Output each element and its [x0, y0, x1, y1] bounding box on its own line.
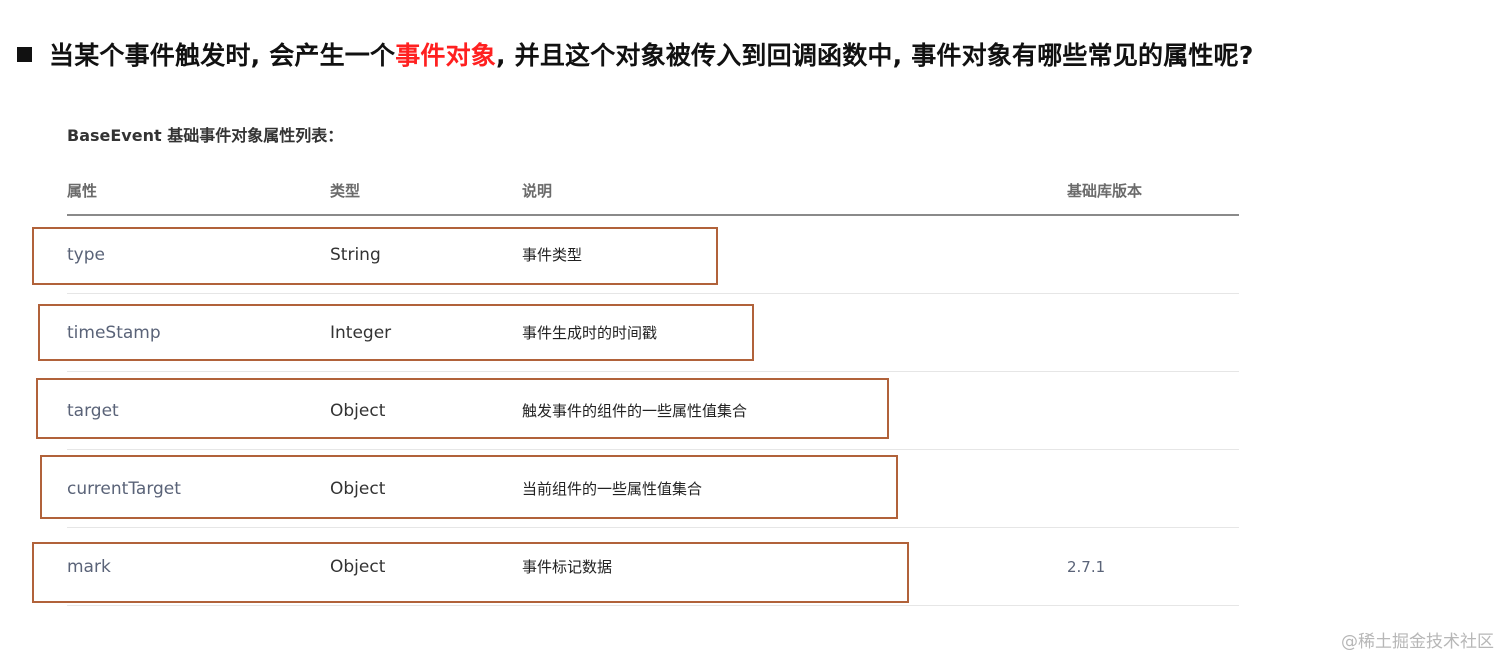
heading-text-end: , 并且这个对象被传入到回调函数中, 事件对象有哪些常见的属性呢?	[496, 41, 1254, 70]
cell-description: 当前组件的一些属性值集合	[522, 480, 703, 498]
cell-property: timeStamp	[67, 323, 161, 343]
cell-property: currentTarget	[67, 479, 181, 499]
table-row: currentTarget Object 当前组件的一些属性值集合	[67, 450, 1239, 528]
cell-description: 事件标记数据	[522, 558, 613, 576]
header-description: 说明	[522, 182, 553, 200]
table-row: timeStamp Integer 事件生成时的时间戳	[67, 294, 1239, 372]
cell-type: Object	[330, 557, 386, 577]
cell-type: Object	[330, 401, 386, 421]
cell-type: String	[330, 245, 381, 265]
table-row: target Object 触发事件的组件的一些属性值集合	[67, 372, 1239, 450]
cell-description: 事件类型	[522, 246, 583, 264]
table-row: type String 事件类型	[67, 216, 1239, 294]
cell-description: 触发事件的组件的一些属性值集合	[522, 402, 748, 420]
cell-description: 事件生成时的时间戳	[522, 324, 658, 342]
cell-type: Integer	[330, 323, 392, 343]
table-header: 属性 类型 说明 基础库版本	[67, 166, 1239, 216]
cell-property: mark	[67, 557, 111, 577]
cell-type: Object	[330, 479, 386, 499]
cell-version: 2.7.1	[1067, 558, 1106, 576]
header-type: 类型	[330, 182, 361, 200]
table-row: mark Object 事件标记数据 2.7.1	[67, 528, 1239, 606]
page-heading: 当某个事件触发时, 会产生一个 事件对象 , 并且这个对象被传入到回调函数中, …	[17, 34, 1254, 74]
table-caption: BaseEvent 基础事件对象属性列表：	[67, 126, 344, 145]
header-version: 基础库版本	[1067, 182, 1143, 200]
heading-text-start: 当某个事件触发时, 会产生一个	[49, 41, 396, 70]
cell-property: target	[67, 401, 119, 421]
heading-highlight: 事件对象	[395, 41, 497, 70]
square-bullet-icon	[17, 46, 32, 62]
attribute-table: 属性 类型 说明 基础库版本 type String 事件类型 timeStam…	[67, 166, 1239, 606]
cell-property: type	[67, 245, 105, 265]
header-property: 属性	[67, 182, 98, 200]
watermark-text: @稀土掘金技术社区	[1341, 632, 1494, 652]
